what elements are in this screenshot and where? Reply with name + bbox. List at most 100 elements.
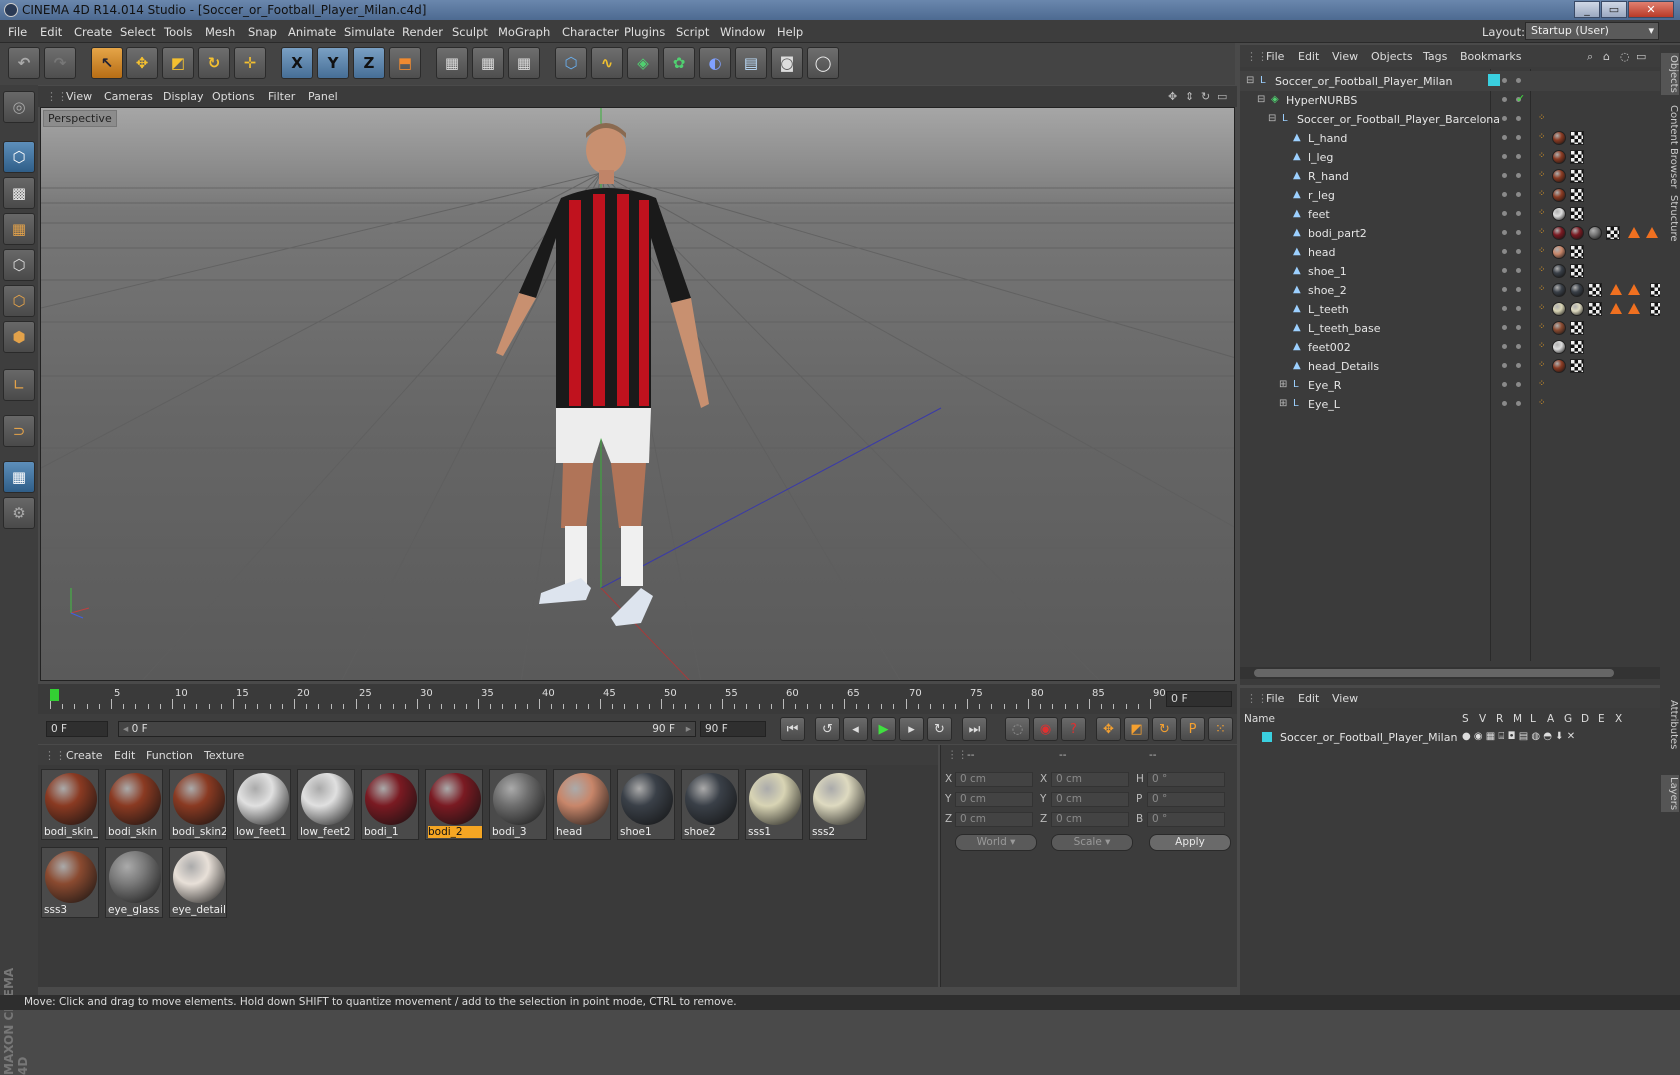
viewport-menu-panel[interactable]: Panel (308, 90, 338, 103)
play-forward-icon[interactable]: ▶ (871, 717, 896, 741)
minimize-button[interactable]: _ (1574, 1, 1600, 18)
object-name[interactable]: head (1308, 246, 1335, 259)
timeline[interactable]: 051015202530354045505560657075808590 0 F (38, 684, 1237, 714)
render-view-icon[interactable]: ▦ (436, 47, 468, 79)
visibility-dot[interactable] (1516, 249, 1521, 254)
object-row[interactable]: ▲ L_teeth ⁘ (1240, 299, 1664, 319)
pan-view-icon[interactable]: ✥ (1168, 90, 1177, 103)
menu-animate[interactable]: Animate (288, 25, 336, 39)
visibility-dot[interactable] (1516, 78, 1521, 83)
maximize-button[interactable]: ▭ (1601, 1, 1627, 18)
material-tag-icon[interactable] (1570, 302, 1584, 316)
model-mode-icon[interactable]: ⬡ (3, 141, 35, 173)
material-swatch[interactable]: bodi_3 (489, 769, 547, 840)
visibility-dot[interactable] (1502, 401, 1507, 406)
object-name[interactable]: head_Details (1308, 360, 1379, 373)
menu-window[interactable]: Window (720, 25, 765, 39)
array-icon[interactable]: ✿ (663, 47, 695, 79)
dolly-view-icon[interactable]: ⇕ (1185, 90, 1194, 103)
visibility-dot[interactable] (1516, 363, 1521, 368)
position-x-field[interactable]: 0 cm (955, 772, 1033, 787)
layer-row[interactable]: Soccer_or_Football_Player_Milan ● ◉ ▦ ⌸ … (1240, 728, 1660, 746)
horizontal-scrollbar[interactable] (1240, 667, 1660, 679)
object-name[interactable]: feet002 (1308, 341, 1351, 354)
object-row[interactable]: ▲ feet ⁘ (1240, 204, 1660, 224)
layer-menu-view[interactable]: View (1332, 692, 1358, 705)
expand-toggle-icon[interactable]: ⊞ (1279, 380, 1289, 390)
object-row[interactable]: ⊞ L Eye_R ⁘ (1240, 375, 1660, 395)
material-swatch[interactable]: low_feet1 (233, 769, 291, 840)
object-menu-tags[interactable]: Tags (1423, 50, 1447, 63)
layer-column-header[interactable]: G (1564, 713, 1572, 725)
selection-tag-icon[interactable] (1628, 303, 1640, 314)
visibility-dot[interactable] (1516, 230, 1521, 235)
object-menu-view[interactable]: View (1332, 50, 1358, 63)
visibility-dot[interactable] (1516, 192, 1521, 197)
uvw-tag-icon[interactable] (1570, 340, 1584, 354)
menu-tools[interactable]: Tools (164, 25, 192, 39)
tab-layers[interactable]: Layers (1661, 775, 1679, 813)
layer-column-header[interactable]: E (1598, 713, 1605, 725)
key-pla-icon[interactable]: ⁙ (1208, 717, 1233, 741)
menu-edit[interactable]: Edit (40, 25, 62, 39)
viewport-menu-display[interactable]: Display (163, 90, 204, 103)
playhead[interactable] (50, 689, 59, 701)
layer-column-header[interactable]: V (1479, 713, 1486, 725)
layout-dropdown[interactable]: Startup (User) ▾ (1525, 22, 1659, 40)
visibility-dot[interactable] (1516, 173, 1521, 178)
object-row[interactable]: ▲ head ⁘ (1240, 242, 1660, 262)
visibility-dot[interactable] (1502, 135, 1507, 140)
visibility-dot[interactable] (1516, 268, 1521, 273)
material-menu-edit[interactable]: Edit (114, 749, 135, 762)
end-frame-field[interactable]: 90 F (700, 721, 766, 737)
menu-file[interactable]: File (8, 25, 27, 39)
object-row[interactable]: ▲ L_teeth_base ⁘ (1240, 318, 1660, 338)
tab-objects[interactable]: Objects (1661, 53, 1679, 95)
object-row[interactable]: ▲ shoe_1 ⁘ (1240, 261, 1660, 281)
visibility-dot[interactable] (1502, 325, 1507, 330)
uvw-tag-icon[interactable] (1570, 321, 1584, 335)
next-frame-icon[interactable]: ▸ (899, 717, 924, 741)
menu-simulate[interactable]: Simulate (344, 25, 395, 39)
material-swatch[interactable]: sss3 (41, 847, 99, 918)
tab-content-browser[interactable]: Content Browser (1661, 105, 1679, 188)
selection-tag-icon[interactable] (1610, 284, 1622, 295)
visibility-dot[interactable] (1502, 192, 1507, 197)
previous-key-icon[interactable]: ↺ (815, 717, 840, 741)
enabled-check-icon[interactable]: ✓ (1516, 92, 1525, 105)
workplane-lock-icon[interactable]: ▦ (3, 461, 35, 493)
visibility-dot[interactable] (1516, 325, 1521, 330)
live-selection-icon[interactable]: ↖ (91, 47, 123, 79)
home-icon[interactable]: ⌂ (1603, 50, 1610, 63)
key-parameter-icon[interactable]: P (1180, 717, 1205, 741)
points-mode-icon[interactable]: ⬡ (3, 249, 35, 281)
phong-tag-icon[interactable]: ⁘ (1538, 133, 1546, 142)
x-axis-lock-button[interactable]: X (281, 47, 313, 79)
object-row[interactable]: ▲ L_hand ⁘ (1240, 128, 1660, 148)
quantize-icon[interactable]: ⚙ (3, 497, 35, 529)
object-name[interactable]: L_teeth_base (1308, 322, 1380, 335)
selection-tag-icon[interactable] (1610, 303, 1622, 314)
material-swatch[interactable]: eye_glass (105, 847, 163, 918)
material-tag-icon[interactable] (1552, 226, 1566, 240)
rotation-h-field[interactable]: 0 ° (1147, 772, 1225, 787)
object-row[interactable]: ▲ r_leg ⁘ (1240, 185, 1660, 205)
link-icon[interactable]: ◌ (1620, 50, 1630, 63)
key-rotation-icon[interactable]: ↻ (1152, 717, 1177, 741)
viewport-menu-view[interactable]: View (66, 90, 92, 103)
y-axis-lock-button[interactable]: Y (317, 47, 349, 79)
undo-icon[interactable]: ↶ (8, 47, 40, 79)
menu-sculpt[interactable]: Sculpt (452, 25, 488, 39)
uvw-tag-icon[interactable] (1588, 302, 1602, 316)
menu-character[interactable]: Character (562, 25, 619, 39)
object-row[interactable]: ⊟ L Soccer_or_Football_Player_Milan (1240, 71, 1660, 91)
autokey-icon[interactable]: ◌ (1005, 717, 1030, 741)
object-name[interactable]: shoe_2 (1308, 284, 1347, 297)
visibility-dot[interactable] (1502, 154, 1507, 159)
material-tag-icon[interactable] (1570, 283, 1584, 297)
material-tag-icon[interactable] (1552, 359, 1566, 373)
material-swatch[interactable]: sss1 (745, 769, 803, 840)
material-swatch[interactable]: bodi_skin_ (41, 769, 99, 840)
selection-tag-icon[interactable] (1646, 227, 1658, 238)
menu-snap[interactable]: Snap (248, 25, 277, 39)
